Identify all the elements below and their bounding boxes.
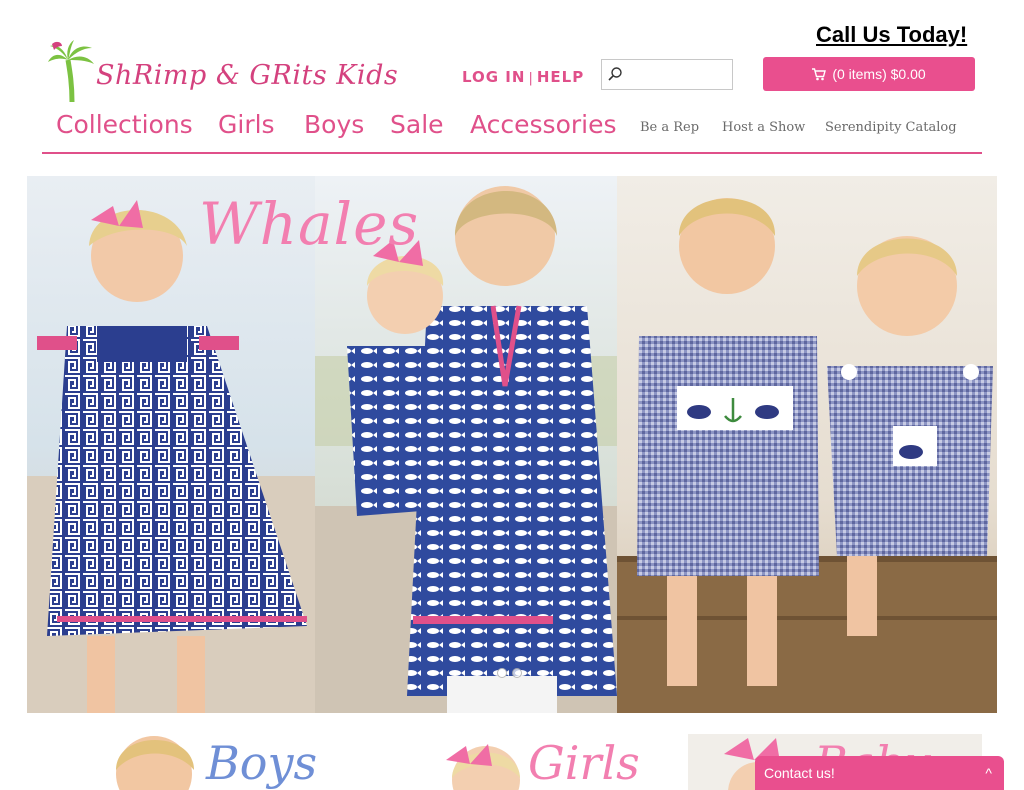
- login-help-separator: |: [528, 71, 534, 86]
- category-boys-label: Boys: [206, 736, 318, 790]
- hero-title: Whales: [199, 190, 420, 258]
- slider-dot-2[interactable]: [512, 668, 522, 678]
- nav-boys[interactable]: Boys: [304, 110, 364, 139]
- category-girls-photo: [446, 744, 520, 790]
- nav-accessories[interactable]: Accessories: [470, 110, 617, 139]
- nav-be-a-rep[interactable]: Be a Rep: [640, 120, 699, 135]
- nav-collections[interactable]: Collections: [56, 110, 193, 139]
- nav-girls[interactable]: Girls: [218, 110, 275, 139]
- account-links: LOG IN | HELP: [462, 68, 584, 86]
- category-boys-photo: [116, 736, 194, 790]
- call-us-link[interactable]: Call Us Today!: [816, 22, 967, 48]
- logo-text: ShRimp & GRits Kids: [96, 60, 399, 91]
- hero-banner[interactable]: Whales: [27, 176, 997, 713]
- category-girls[interactable]: Girls: [436, 734, 666, 790]
- nav-divider: [42, 152, 982, 154]
- cart-summary: (0 items) $0.00: [832, 66, 926, 82]
- nav-sale[interactable]: Sale: [390, 110, 444, 139]
- nav-serendipity-catalog[interactable]: Serendipity Catalog: [825, 120, 957, 135]
- logo[interactable]: ShRimp & GRits Kids: [46, 38, 398, 104]
- login-link[interactable]: LOG IN: [462, 68, 525, 86]
- nav-host-a-show[interactable]: Host a Show: [722, 120, 805, 135]
- cart-button[interactable]: (0 items) $0.00: [763, 57, 975, 91]
- hero-image: [27, 176, 997, 713]
- chevron-up-icon: ^: [985, 765, 992, 781]
- category-boys[interactable]: Boys: [110, 734, 360, 790]
- help-link[interactable]: HELP: [537, 68, 584, 86]
- shopping-cart-icon: [812, 67, 827, 80]
- search-input[interactable]: [626, 63, 730, 86]
- category-girls-label: Girls: [528, 736, 640, 790]
- contact-us-tab[interactable]: Contact us! ^: [755, 756, 1004, 790]
- contact-us-label: Contact us!: [764, 765, 835, 781]
- search-icon: [608, 67, 622, 81]
- search-box[interactable]: [601, 59, 733, 90]
- slider-dot-1[interactable]: [497, 668, 507, 678]
- slider-dots: [497, 668, 522, 678]
